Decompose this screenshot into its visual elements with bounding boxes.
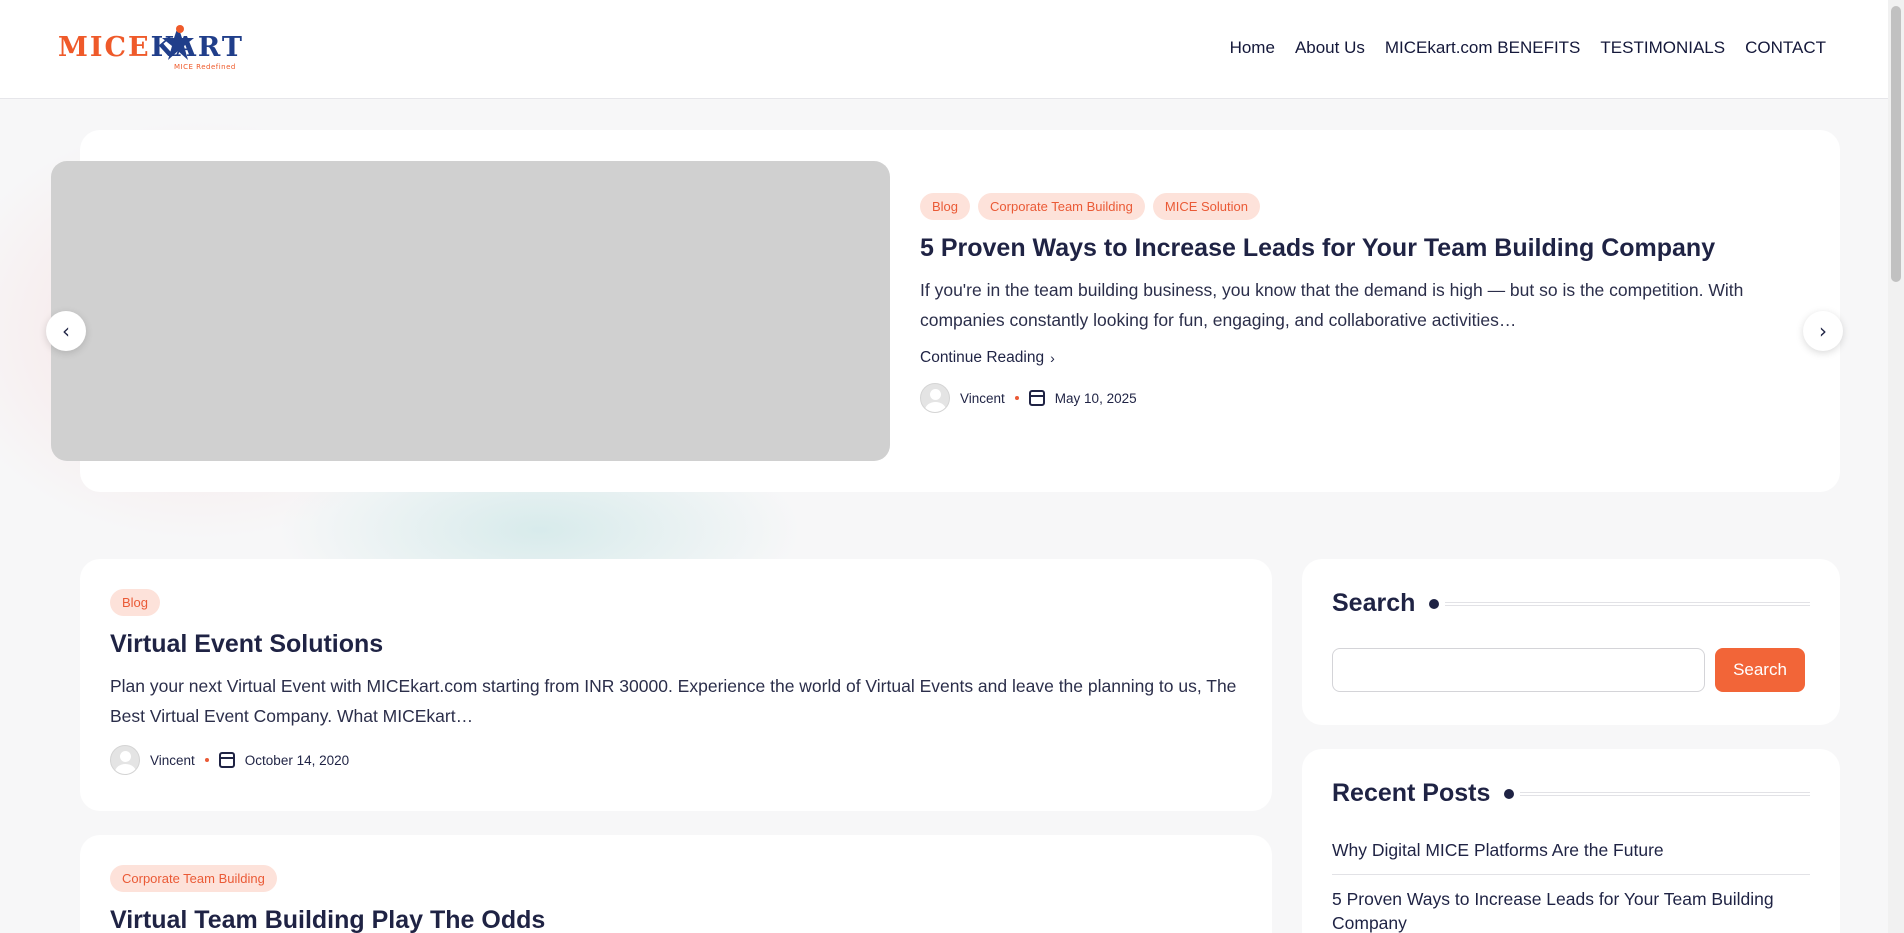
post-meta: Vincent October 14, 2020	[110, 745, 1242, 775]
scrollbar-thumb[interactable]	[1891, 6, 1901, 282]
nav-home[interactable]: Home	[1230, 38, 1275, 58]
nav-testimonials[interactable]: TESTIMONIALS	[1600, 38, 1725, 58]
tag-mice-solution[interactable]: MICE Solution	[1152, 193, 1260, 220]
post-title[interactable]: Virtual Team Building Play The Odds	[110, 906, 1242, 933]
featured-post-title[interactable]: 5 Proven Ways to Increase Leads for Your…	[920, 234, 1800, 263]
search-widget-title: Search	[1332, 589, 1416, 617]
author-avatar	[920, 383, 950, 413]
search-widget: Search Search	[1302, 559, 1840, 725]
featured-post-content: Blog Corporate Team Building MICE Soluti…	[920, 193, 1800, 413]
recent-post-link[interactable]: 5 Proven Ways to Increase Leads for Your…	[1332, 875, 1810, 933]
featured-post-meta: Vincent May 10, 2025	[920, 383, 1800, 413]
logo-figure-icon	[162, 25, 194, 60]
page-scrollbar[interactable]	[1888, 0, 1904, 933]
recent-post-link[interactable]: Why Digital MICE Platforms Are the Futur…	[1332, 826, 1810, 875]
tag-blog[interactable]: Blog	[110, 589, 161, 616]
post-date: May 10, 2025	[1054, 390, 1137, 406]
chevron-right-icon: ›	[1050, 350, 1055, 366]
post-excerpt: Plan your next Virtual Event with MICEka…	[110, 676, 1237, 726]
logo-wordmark: MICEKART	[58, 32, 244, 63]
post-date: October 14, 2020	[244, 752, 350, 768]
widget-title: Search	[1332, 589, 1810, 618]
tag-corporate-team-building[interactable]: Corporate Team Building	[110, 865, 277, 892]
featured-image[interactable]	[51, 161, 890, 461]
title-dot	[1429, 598, 1440, 609]
meta-separator	[204, 758, 209, 762]
title-divider	[1520, 791, 1810, 796]
featured-post-excerpt: If you're in the team building business,…	[920, 280, 1744, 330]
recent-posts-list: Why Digital MICE Platforms Are the Futur…	[1332, 826, 1810, 933]
slider-next-button[interactable]: ›	[1803, 311, 1843, 351]
meta-separator	[1014, 396, 1019, 400]
post-card: Blog Virtual Event Solutions Plan your n…	[80, 559, 1272, 811]
logo-tagline: MICE Redefined	[174, 63, 236, 71]
post-card: Corporate Team Building Virtual Team Bui…	[80, 835, 1272, 933]
slider-prev-button[interactable]: ‹	[46, 311, 86, 351]
chevron-right-icon: ›	[1819, 319, 1827, 343]
calendar-icon	[218, 752, 235, 768]
calendar-icon	[1028, 390, 1045, 406]
site-header: MICEKART MICE Redefined Home About Us MI…	[0, 0, 1888, 99]
author-name[interactable]: Vincent	[150, 753, 195, 768]
widget-title: Recent Posts	[1332, 779, 1810, 808]
search-button[interactable]: Search	[1715, 648, 1805, 692]
continue-reading-label: Continue Reading	[920, 349, 1045, 366]
search-input[interactable]	[1332, 648, 1705, 692]
title-dot	[1504, 788, 1515, 799]
nav-benefits[interactable]: MICEkart.com BENEFITS	[1385, 38, 1581, 58]
recent-posts-widget: Recent Posts Why Digital MICE Platforms …	[1302, 749, 1840, 933]
author-avatar	[110, 745, 140, 775]
continue-reading-link[interactable]: Continue Reading ›	[920, 349, 1800, 367]
main-nav: Home About Us MICEkart.com BENEFITS TEST…	[1230, 38, 1826, 58]
tag-blog[interactable]: Blog	[920, 193, 971, 220]
nav-about-us[interactable]: About Us	[1295, 38, 1365, 58]
tag-corporate-team-building[interactable]: Corporate Team Building	[978, 193, 1145, 220]
chevron-left-icon: ‹	[62, 319, 70, 343]
post-title[interactable]: Virtual Event Solutions	[110, 630, 1242, 659]
search-form: Search	[1332, 648, 1810, 692]
site-logo[interactable]: MICEKART MICE Redefined	[58, 24, 258, 74]
author-name[interactable]: Vincent	[960, 391, 1005, 406]
nav-contact[interactable]: CONTACT	[1745, 38, 1826, 58]
recent-posts-title: Recent Posts	[1332, 779, 1491, 807]
title-divider	[1445, 601, 1810, 606]
featured-tags: Blog Corporate Team Building MICE Soluti…	[920, 193, 1800, 220]
